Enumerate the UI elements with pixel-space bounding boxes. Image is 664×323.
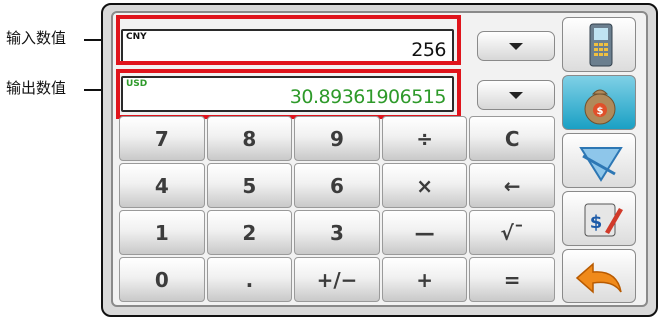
input-value-label: 输入数值 (6, 29, 67, 47)
converter-panel: CNY 256 USD 30.89361906515 7 8 9 ÷ C 4 5… (111, 11, 648, 307)
key-6[interactable]: 6 (294, 163, 380, 208)
key-sqrt[interactable]: √¯ (469, 210, 555, 255)
key-plus[interactable]: + (381, 257, 468, 302)
key-equals[interactable]: = (469, 257, 555, 302)
key-4[interactable]: 4 (119, 163, 205, 208)
chevron-down-icon (509, 92, 523, 99)
key-minus[interactable]: — (381, 210, 468, 255)
currency-tool-button[interactable]: $ (562, 75, 636, 130)
svg-text:$: $ (597, 106, 604, 117)
back-arrow-icon (575, 262, 622, 294)
key-2[interactable]: 2 (206, 210, 293, 255)
key-9[interactable]: 9 (294, 116, 380, 161)
phone-icon (589, 23, 613, 67)
input-highlight (116, 15, 461, 65)
key-5[interactable]: 5 (206, 163, 293, 208)
key-1[interactable]: 1 (119, 210, 205, 255)
chevron-down-icon (509, 43, 523, 50)
output-highlight (116, 69, 461, 119)
output-currency-dropdown[interactable] (477, 80, 555, 110)
output-value-label: 输出数值 (6, 79, 67, 97)
key-backspace[interactable]: ← (469, 163, 555, 208)
keypad: 7 8 9 ÷ C 4 5 6 × ← 1 2 3 — √¯ 0 . +/− +… (119, 116, 555, 302)
geometry-tool-button[interactable] (562, 133, 636, 188)
phone-tool-button[interactable] (562, 17, 636, 72)
key-divide[interactable]: ÷ (381, 116, 468, 161)
money-bag-icon: $ (584, 89, 616, 125)
ruler-triangle-icon (579, 147, 623, 182)
key-8[interactable]: 8 (206, 116, 293, 161)
key-decimal[interactable]: . (206, 257, 293, 302)
converter-frame: CNY 256 USD 30.89361906515 7 8 9 ÷ C 4 5… (101, 3, 658, 317)
key-0[interactable]: 0 (119, 257, 205, 302)
key-multiply[interactable]: × (381, 163, 468, 208)
key-negate[interactable]: +/− (294, 257, 380, 302)
svg-text:$: $ (590, 212, 603, 233)
finance-tool-button[interactable]: $ (562, 191, 636, 246)
key-3[interactable]: 3 (294, 210, 380, 255)
key-7[interactable]: 7 (119, 116, 205, 161)
calculator-pen-icon: $ (584, 203, 623, 237)
key-clear[interactable]: C (469, 116, 555, 161)
input-currency-dropdown[interactable] (477, 31, 555, 61)
back-button[interactable] (562, 249, 636, 303)
